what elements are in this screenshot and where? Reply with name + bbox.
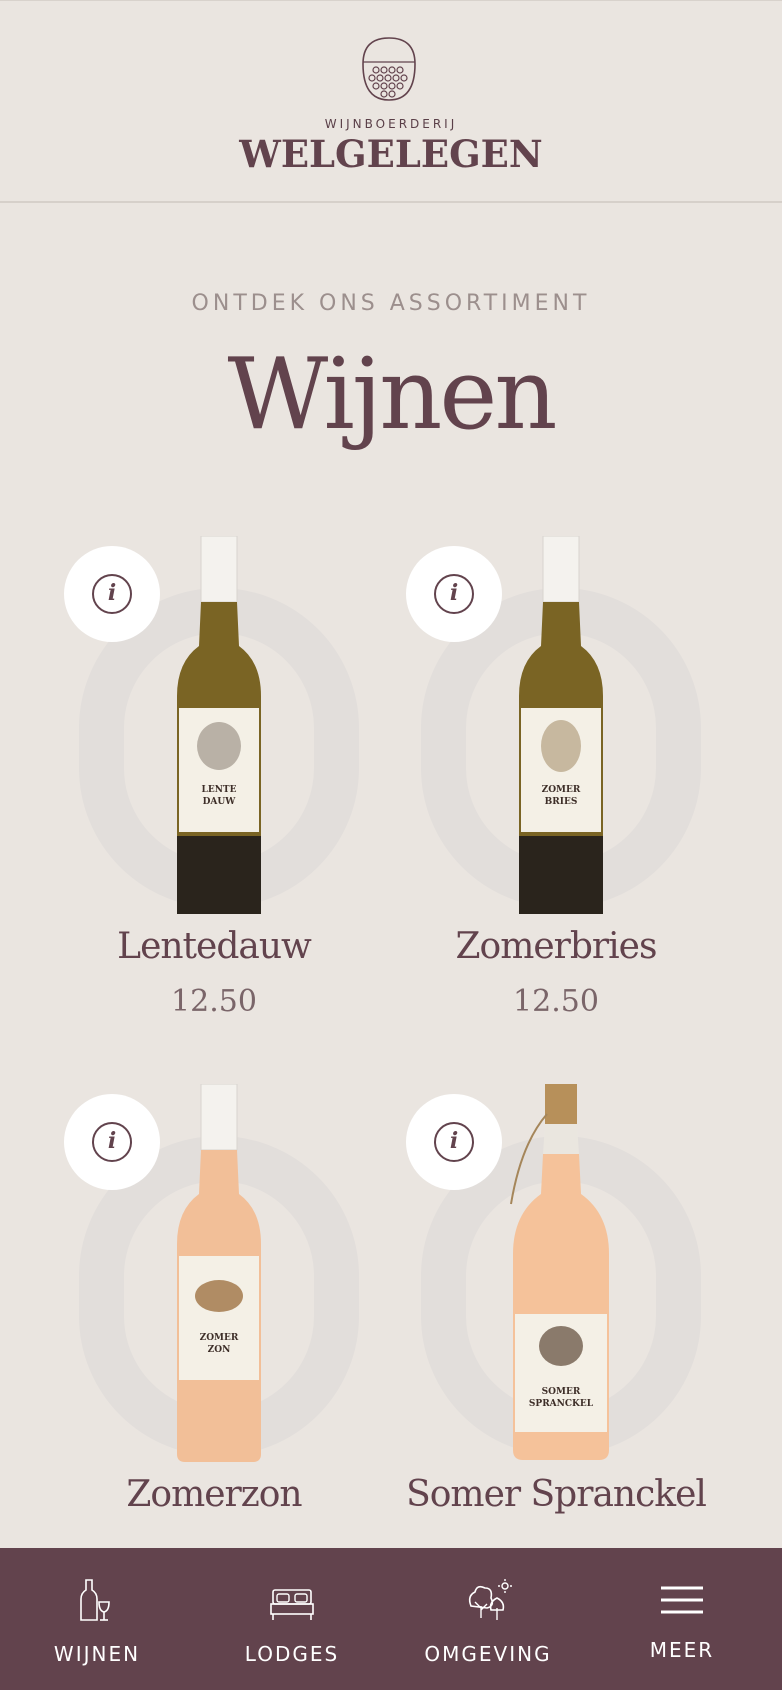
product-card[interactable]: i ZOMER ZON Zomerzon xyxy=(59,1064,369,1604)
bottle-label-line2: DAUW xyxy=(203,797,237,807)
bottom-navigation: WIJNEN LODGES OMGEVING MEER xyxy=(0,1548,782,1690)
wine-bottle-icon xyxy=(80,1579,110,1621)
bed-icon xyxy=(270,1589,314,1620)
wine-bottle-image[interactable]: LENTE DAUW xyxy=(139,536,299,916)
nav-item-lodges[interactable]: LODGES xyxy=(207,1548,377,1690)
info-icon: i xyxy=(92,1122,132,1162)
bottle-label-line1: LENTE xyxy=(202,785,237,795)
nav-label: WIJNEN xyxy=(53,1642,141,1666)
page: WIJNBOERDERIJ WELGELEGEN ONTDEK ONS ASSO… xyxy=(0,0,782,1690)
nav-item-wijnen[interactable]: WIJNEN xyxy=(12,1548,182,1690)
product-name[interactable]: Lentedauw xyxy=(59,926,369,967)
wine-bottle-image[interactable]: ZOMER BRIES xyxy=(481,536,641,916)
product-card[interactable]: i SOMER SPRANCKEL Somer Spranckel xyxy=(401,1064,711,1604)
nav-label: OMGEVING xyxy=(424,1642,552,1666)
section-eyebrow: ONTDEK ONS ASSORTIMENT xyxy=(191,291,591,316)
grape-basket-logo-icon[interactable] xyxy=(359,34,419,104)
bottle-label-line1: ZOMER xyxy=(542,785,581,795)
nav-item-meer[interactable]: MEER xyxy=(597,1548,767,1690)
wine-bottle-image[interactable]: ZOMER ZON xyxy=(139,1084,299,1464)
nav-label: LODGES xyxy=(244,1642,340,1666)
product-card[interactable]: i LENTE DAUW Lentedauw 12.50 xyxy=(59,516,369,1056)
product-card[interactable]: i ZOMER BRIES Zomerbries 12.50 xyxy=(401,516,711,1056)
bottle-label-line1: ZOMER xyxy=(200,1333,239,1343)
brand-name[interactable]: WELGELEGEN xyxy=(0,132,782,176)
product-price: 12.50 xyxy=(171,984,257,1019)
info-icon: i xyxy=(434,1122,474,1162)
product-name[interactable]: Zomerzon xyxy=(59,1474,369,1515)
bottle-label-line2: BRIES xyxy=(545,797,578,807)
info-icon: i xyxy=(92,574,132,614)
nav-item-omgeving[interactable]: OMGEVING xyxy=(403,1548,573,1690)
product-price: 12.50 xyxy=(513,984,599,1019)
menu-icon xyxy=(661,1586,703,1614)
trees-icon xyxy=(468,1579,512,1620)
bottle-label-line2: ZON xyxy=(208,1345,231,1355)
site-header: WIJNBOERDERIJ WELGELEGEN xyxy=(0,0,782,203)
sparkling-bottle-image[interactable]: SOMER SPRANCKEL xyxy=(481,1084,641,1464)
bottle-label-line2: SPRANCKEL xyxy=(529,1399,594,1409)
bottle-label-line1: SOMER xyxy=(542,1387,581,1397)
product-name[interactable]: Somer Spranckel xyxy=(401,1474,711,1515)
product-name[interactable]: Zomerbries xyxy=(401,926,711,967)
info-icon: i xyxy=(434,574,474,614)
nav-label: MEER xyxy=(649,1638,715,1662)
brand-subtitle: WIJNBOERDERIJ xyxy=(324,117,458,131)
page-title: Wijnen xyxy=(227,338,558,452)
